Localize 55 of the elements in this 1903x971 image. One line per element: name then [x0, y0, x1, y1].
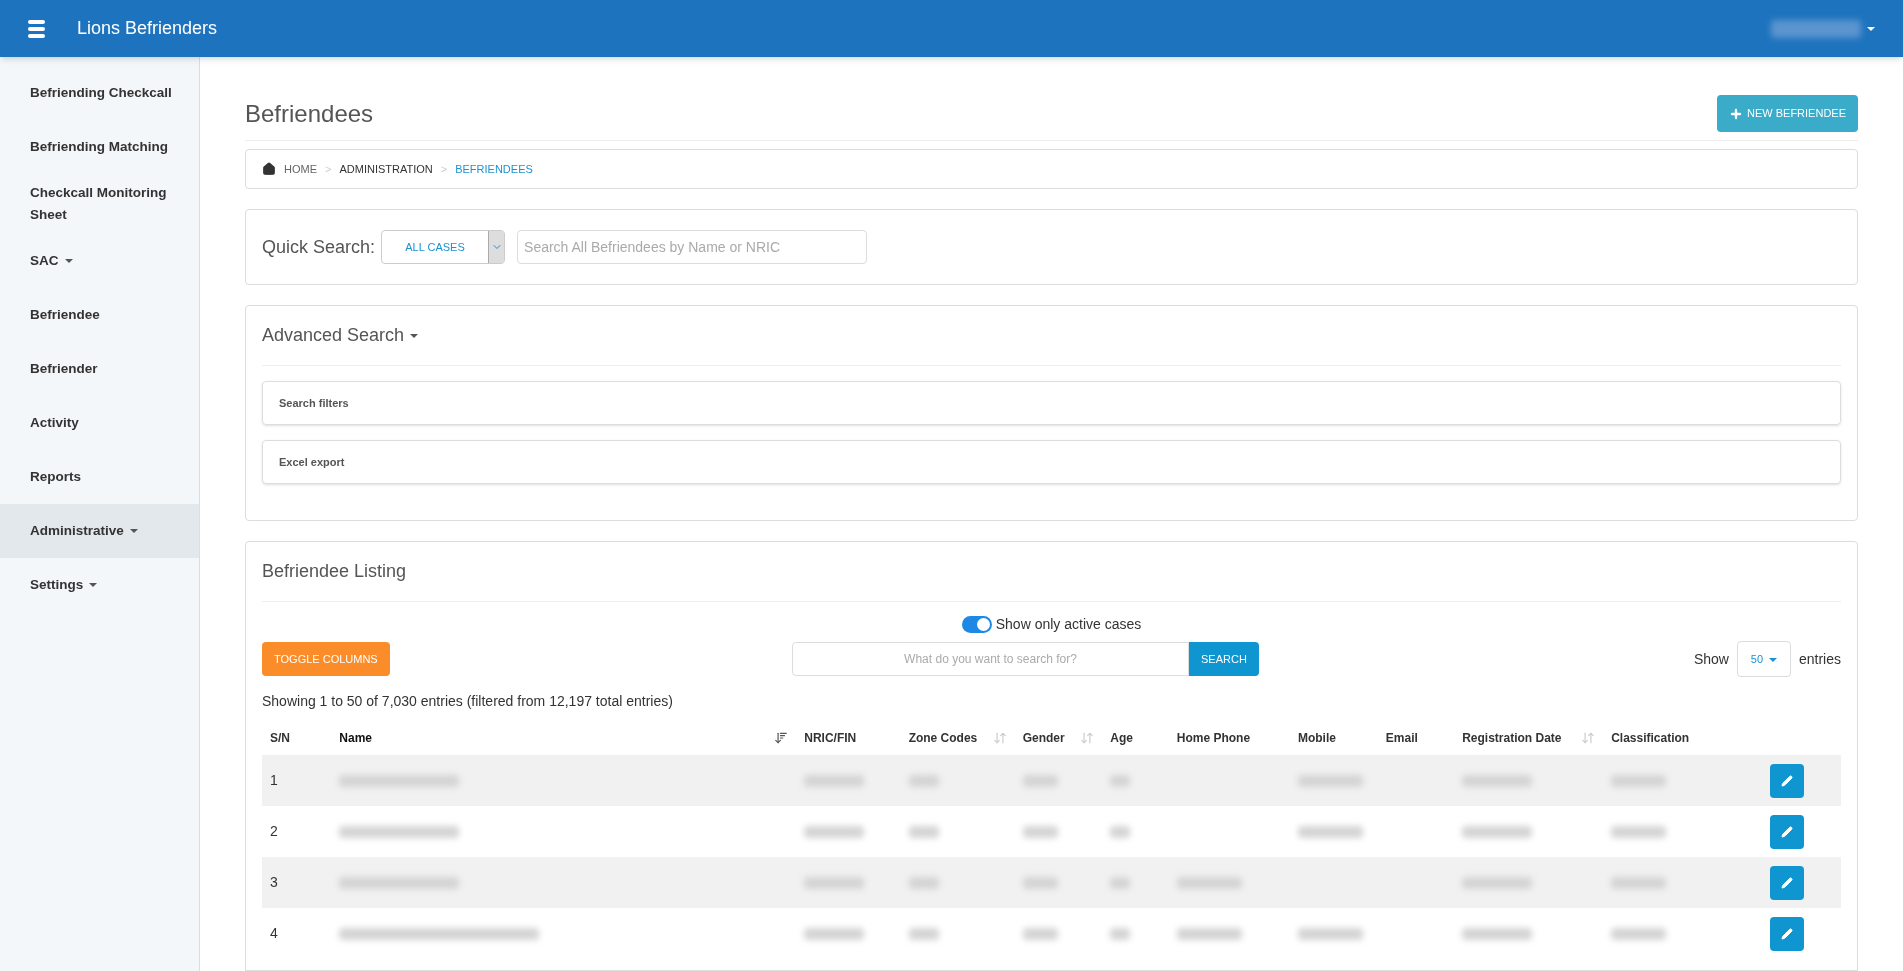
entries-summary: Showing 1 to 50 of 7,030 entries (filtered from 12,197 total entries) — [262, 692, 674, 711]
column-header[interactable]: Name — [331, 721, 797, 755]
menu-icon[interactable] — [28, 19, 45, 38]
collapsible-section[interactable]: Search filters — [262, 381, 1841, 425]
column-header: NRIC/FIN — [796, 721, 901, 755]
pencil-icon — [1780, 774, 1793, 787]
case-scope-dropdown[interactable]: ALL CASES — [381, 230, 506, 264]
breadcrumb-separator: > — [440, 161, 448, 177]
toggle-label: Show only active cases — [995, 615, 1142, 634]
table-cell: 4 — [262, 908, 332, 959]
entries-label: entries — [1798, 649, 1841, 669]
breadcrumb-separator: > — [325, 161, 332, 177]
collapsible-section[interactable]: Excel export — [262, 440, 1841, 484]
column-header: Mobile — [1289, 721, 1378, 755]
caret-icon — [129, 529, 138, 534]
advanced-search-toggle[interactable]: Advanced Search — [262, 322, 419, 349]
home-icon[interactable] — [262, 162, 276, 176]
edit-button[interactable] — [1769, 814, 1804, 849]
show-label: Show — [1693, 649, 1729, 669]
column-header[interactable]: Gender — [1014, 721, 1103, 755]
caret-icon — [64, 259, 73, 264]
caret-icon — [1769, 657, 1778, 662]
app-title: Lions Befrienders — [77, 17, 218, 40]
sort-descending-icon[interactable] — [774, 731, 789, 745]
befriendee-search-field[interactable]: Search All Befriendees by Name or NRIC — [517, 230, 868, 264]
table-cell: 3 — [262, 857, 332, 908]
pencil-icon — [1780, 927, 1793, 940]
table-cell: 1 — [262, 755, 332, 806]
breadcrumb-link[interactable]: ADMINISTRATION — [339, 160, 433, 178]
column-header[interactable]: Registration Date — [1454, 721, 1604, 755]
listing-search-field[interactable]: What do you want to search for? — [792, 642, 1189, 676]
listing-title: Befriendee Listing — [262, 560, 407, 583]
breadcrumb-link[interactable]: BEFRIENDEES — [455, 160, 533, 178]
toggle-switch[interactable] — [961, 616, 992, 633]
page-size-dropdown[interactable]: 50 — [1736, 641, 1791, 677]
edit-button[interactable] — [1769, 916, 1804, 951]
plus-icon — [1729, 106, 1743, 121]
column-header: Classification — [1603, 721, 1733, 755]
sidebar-item[interactable]: Administrative — [0, 504, 199, 558]
quick-search-label: Quick Search: — [262, 235, 376, 259]
edit-button[interactable] — [1769, 763, 1804, 798]
user-menu-caret-icon — [1867, 26, 1875, 31]
page-title: Befriendees — [245, 98, 374, 129]
column-header[interactable]: Zone Codes — [900, 721, 1015, 755]
breadcrumb-link[interactable]: HOME — [284, 160, 317, 178]
edit-button[interactable] — [1769, 865, 1804, 900]
pencil-icon — [1780, 825, 1793, 838]
caret-icon — [410, 334, 419, 339]
caret-icon — [89, 583, 98, 588]
column-header: Email — [1377, 721, 1455, 755]
column-header: Home Phone — [1168, 721, 1290, 755]
table-cell: 2 — [262, 806, 332, 857]
column-header: S/N — [262, 721, 332, 755]
pencil-icon — [1780, 876, 1793, 889]
column-header: Age — [1102, 721, 1169, 755]
